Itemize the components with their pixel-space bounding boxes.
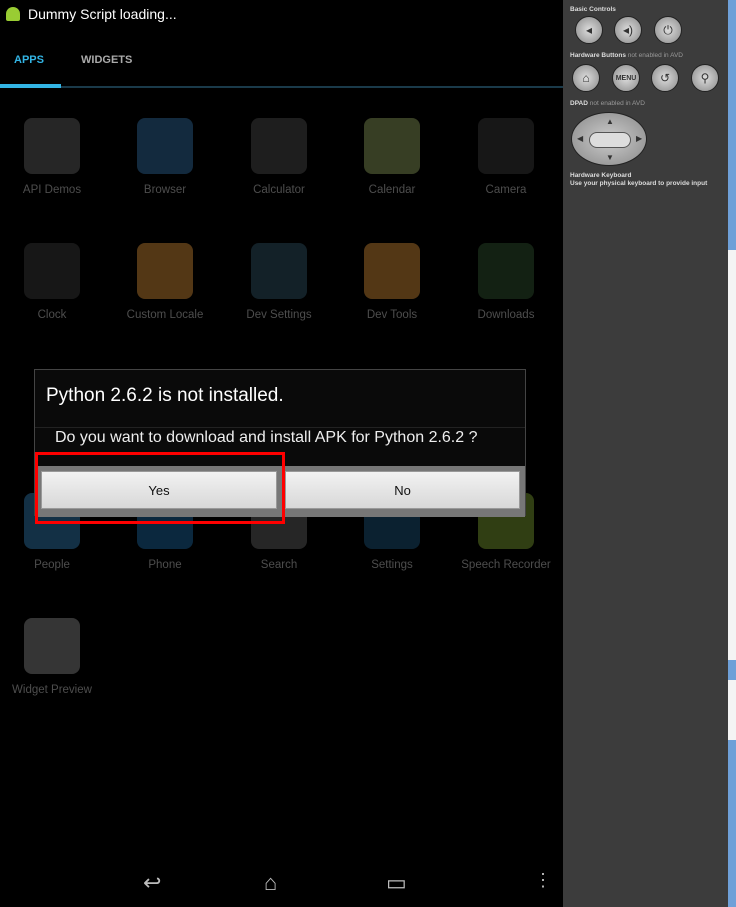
tab-indicator	[0, 84, 61, 88]
dpad-left-icon[interactable]: ◀	[577, 134, 583, 143]
dpad-control[interactable]: ▲ ▼ ◀ ▶	[571, 112, 647, 166]
back-button-icon[interactable]: ↺	[651, 64, 679, 92]
dpad-down-icon[interactable]: ▼	[606, 153, 614, 162]
launcher-tabs: APPS WIDGETS	[0, 44, 563, 88]
search-button-icon[interactable]: ⚲	[691, 64, 719, 92]
dpad-label: DPAD	[570, 100, 588, 107]
no-button[interactable]: No	[285, 471, 520, 509]
status-title: Dummy Script loading...	[28, 6, 177, 22]
recents-icon[interactable]: ▭	[386, 870, 407, 896]
dpad-up-icon[interactable]: ▲	[606, 117, 614, 126]
keyboard-note: Use your physical keyboard to provide in…	[570, 180, 708, 187]
emulator-screen: Dummy Script loading... APPS WIDGETS API…	[0, 0, 563, 907]
volume-down-icon[interactable]: ◂	[575, 16, 603, 44]
android-icon	[6, 7, 20, 21]
hardware-buttons-note: not enabled in AVD	[627, 52, 683, 59]
power-icon[interactable]: ⏻	[654, 16, 682, 44]
navigation-bar: ↩ ⌂ ▭ ⋮	[0, 868, 563, 907]
menu-button[interactable]: MENU	[612, 64, 640, 92]
volume-up-icon[interactable]: ◂)	[614, 16, 642, 44]
dpad-right-icon[interactable]: ▶	[636, 134, 642, 143]
back-icon[interactable]: ↩	[143, 870, 161, 896]
dpad-center[interactable]	[589, 132, 631, 148]
dpad-note: not enabled in AVD	[589, 100, 645, 107]
highlight-box	[35, 452, 285, 524]
hardware-buttons-label: Hardware Buttons	[570, 52, 626, 59]
keyboard-label: Hardware Keyboard	[570, 172, 632, 179]
tab-widgets[interactable]: WIDGETS	[81, 54, 132, 66]
home-icon[interactable]: ⌂	[264, 870, 277, 896]
dialog-message: Do you want to download and install APK …	[55, 429, 478, 446]
dialog-title: Python 2.6.2 is not installed.	[46, 385, 284, 406]
emulator-controls-panel: Basic Controls ◂ ◂) ⏻ Hardware Buttons n…	[563, 0, 728, 907]
status-bar: Dummy Script loading...	[0, 0, 563, 28]
tab-apps[interactable]: APPS	[14, 54, 44, 66]
divider	[35, 427, 525, 428]
overflow-menu-icon[interactable]: ⋮	[534, 870, 552, 891]
background-window-edge	[728, 0, 736, 907]
basic-controls-label: Basic Controls	[570, 6, 616, 13]
home-button-icon[interactable]: ⌂	[572, 64, 600, 92]
